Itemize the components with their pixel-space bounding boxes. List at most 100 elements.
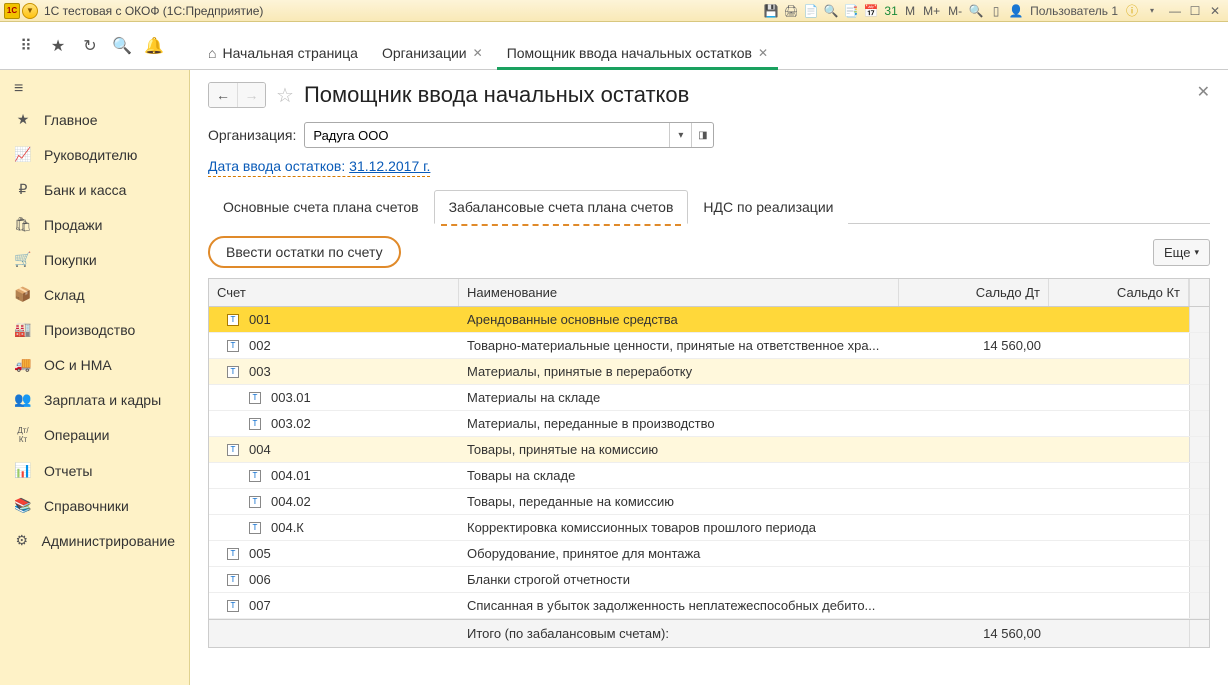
scrollbar-track[interactable]	[1189, 411, 1209, 436]
table-row[interactable]: T003.01Материалы на складе	[209, 385, 1209, 411]
maximize-button[interactable]: ☐	[1186, 3, 1204, 19]
col-name[interactable]: Наименование	[459, 279, 899, 306]
sidebar-item-покупки[interactable]: 🛒Покупки	[0, 242, 189, 277]
table-row[interactable]: T005Оборудование, принятое для монтажа	[209, 541, 1209, 567]
sidebar-item-банк-и-касса[interactable]: ₽Банк и касса	[0, 172, 189, 207]
panel-icon[interactable]: ▯	[988, 3, 1004, 19]
scrollbar-track[interactable]	[1189, 541, 1209, 566]
account-icon: T	[249, 392, 261, 404]
close-page-button[interactable]: ✕	[1197, 82, 1210, 102]
footer-debit: 14 560,00	[899, 620, 1049, 647]
print-icon[interactable]: 🖨	[783, 3, 799, 19]
scrollbar-track[interactable]	[1189, 385, 1209, 410]
account-name: Материалы, переданные в производство	[459, 411, 899, 436]
close-window-button[interactable]: ✕	[1206, 3, 1224, 19]
sidebar-item-label: Отчеты	[44, 463, 92, 479]
memory-mminus[interactable]: M-	[948, 4, 962, 18]
scrollbar-track[interactable]	[1189, 307, 1209, 332]
favorite-page-icon[interactable]: ☆	[276, 83, 294, 108]
inner-tab-забалансовые-счета-плана-счетов[interactable]: Забалансовые счета плана счетов	[434, 190, 689, 224]
app-menu-dropdown[interactable]: ▼	[22, 3, 38, 19]
col-debit[interactable]: Сальдо Дт	[899, 279, 1049, 306]
sidebar-icon: 🚚	[14, 356, 32, 373]
nav-forward-button[interactable]: →	[237, 83, 265, 107]
table-row[interactable]: T002Товарно-материальные ценности, приня…	[209, 333, 1209, 359]
organization-input[interactable]	[305, 128, 669, 143]
page-title: Помощник ввода начальных остатков	[304, 82, 689, 108]
sidebar-item-продажи[interactable]: 🛍Продажи	[0, 207, 189, 242]
user-label[interactable]: Пользователь 1	[1030, 4, 1118, 18]
sidebar-item-главное[interactable]: ★Главное	[0, 102, 189, 137]
apps-icon[interactable]: ⠿	[16, 36, 36, 56]
zoom-icon[interactable]: 🔍	[968, 3, 984, 19]
table-footer: Итого (по забалансовым счетам): 14 560,0…	[209, 619, 1209, 647]
notifications-icon[interactable]: 🔔	[144, 36, 164, 56]
sidebar-item-ос-и-нма[interactable]: 🚚ОС и НМА	[0, 347, 189, 382]
inner-tab-ндс-по-реализации[interactable]: НДС по реализации	[688, 190, 848, 224]
sidebar-item-склад[interactable]: 📦Склад	[0, 277, 189, 312]
tab-label: Помощник ввода начальных остатков	[507, 45, 752, 61]
sidebar-item-label: Справочники	[44, 498, 129, 514]
app-logo-icon: 1C	[4, 3, 20, 19]
history-icon[interactable]: ↻	[80, 36, 100, 56]
save-icon[interactable]: 💾	[763, 3, 779, 19]
date-icon[interactable]: 31	[883, 3, 899, 19]
sidebar-item-операции[interactable]: Дт/КтОперации	[0, 417, 189, 453]
inner-tab-основные-счета-плана-счетов[interactable]: Основные счета плана счетов	[208, 190, 434, 224]
scrollbar-track[interactable]	[1189, 359, 1209, 384]
menu-toggle-icon[interactable]: ≡	[0, 70, 189, 102]
info-dropdown-icon[interactable]: ▾	[1144, 3, 1160, 19]
scrollbar-track[interactable]	[1189, 593, 1209, 618]
favorite-icon[interactable]: ★	[48, 36, 68, 56]
table-row[interactable]: T007Списанная в убыток задолженность неп…	[209, 593, 1209, 619]
sidebar-item-администрирование[interactable]: ⚙Администрирование	[0, 523, 189, 558]
table-row[interactable]: T004.02Товары, переданные на комиссию	[209, 489, 1209, 515]
minimize-button[interactable]: —	[1166, 3, 1184, 19]
nav-back-button[interactable]: ←	[209, 83, 237, 107]
sidebar-icon: Дт/Кт	[14, 426, 32, 444]
close-tab-icon[interactable]: ✕	[473, 46, 483, 60]
sidebar-item-производство[interactable]: 🏭Производство	[0, 312, 189, 347]
scrollbar-track[interactable]	[1189, 515, 1209, 540]
search-icon[interactable]: 🔍	[112, 36, 132, 56]
info-icon[interactable]: ⓘ	[1124, 3, 1140, 19]
table-row[interactable]: T001Арендованные основные средства	[209, 307, 1209, 333]
close-tab-icon[interactable]: ✕	[758, 46, 768, 60]
table-row[interactable]: T006Бланки строгой отчетности	[209, 567, 1209, 593]
sidebar-item-отчеты[interactable]: 📊Отчеты	[0, 453, 189, 488]
col-credit[interactable]: Сальдо Кт	[1049, 279, 1189, 306]
memory-m[interactable]: M	[905, 4, 915, 18]
account-icon: T	[227, 366, 239, 378]
table-row[interactable]: T003.02Материалы, переданные в производс…	[209, 411, 1209, 437]
sidebar-icon: 🏭	[14, 321, 32, 338]
tab-помощник-ввода-начальных-остатков[interactable]: Помощник ввода начальных остатков ✕	[495, 37, 780, 69]
debit-cell	[899, 419, 1049, 429]
organization-dropdown-button[interactable]: ▾	[669, 123, 691, 147]
table-row[interactable]: T004.ККорректировка комиссионных товаров…	[209, 515, 1209, 541]
calendar-icon[interactable]: 📅	[863, 3, 879, 19]
table-row[interactable]: T003Материалы, принятые в переработку	[209, 359, 1209, 385]
organization-open-button[interactable]: ◨	[691, 123, 713, 147]
sidebar-item-label: Склад	[44, 287, 85, 303]
balance-date-link[interactable]: Дата ввода остатков: 31.12.2017 г.	[208, 158, 430, 177]
scrollbar-track[interactable]	[1189, 489, 1209, 514]
print2-icon[interactable]: 📑	[843, 3, 859, 19]
table-row[interactable]: T004.01Товары на складе	[209, 463, 1209, 489]
scrollbar-track[interactable]	[1189, 437, 1209, 462]
col-account[interactable]: Счет	[209, 279, 459, 306]
memory-mplus[interactable]: M+	[923, 4, 940, 18]
sidebar-item-зарплата-и-кадры[interactable]: 👥Зарплата и кадры	[0, 382, 189, 417]
compare-icon[interactable]: 🔍	[823, 3, 839, 19]
scrollbar-track[interactable]	[1189, 333, 1209, 358]
table-row[interactable]: T004Товары, принятые на комиссию	[209, 437, 1209, 463]
tab-организации[interactable]: Организации✕	[370, 37, 495, 69]
tab-начальная-страница[interactable]: ⌂Начальная страница	[196, 37, 370, 69]
scrollbar-track[interactable]	[1189, 567, 1209, 592]
more-button[interactable]: Еще▾	[1153, 239, 1210, 266]
sidebar-item-справочники[interactable]: 📚Справочники	[0, 488, 189, 523]
enter-balances-button[interactable]: Ввести остатки по счету	[208, 236, 401, 268]
document-icon[interactable]: 📄	[803, 3, 819, 19]
home-icon: ⌂	[208, 45, 216, 61]
sidebar-item-руководителю[interactable]: 📈Руководителю	[0, 137, 189, 172]
scrollbar-track[interactable]	[1189, 463, 1209, 488]
